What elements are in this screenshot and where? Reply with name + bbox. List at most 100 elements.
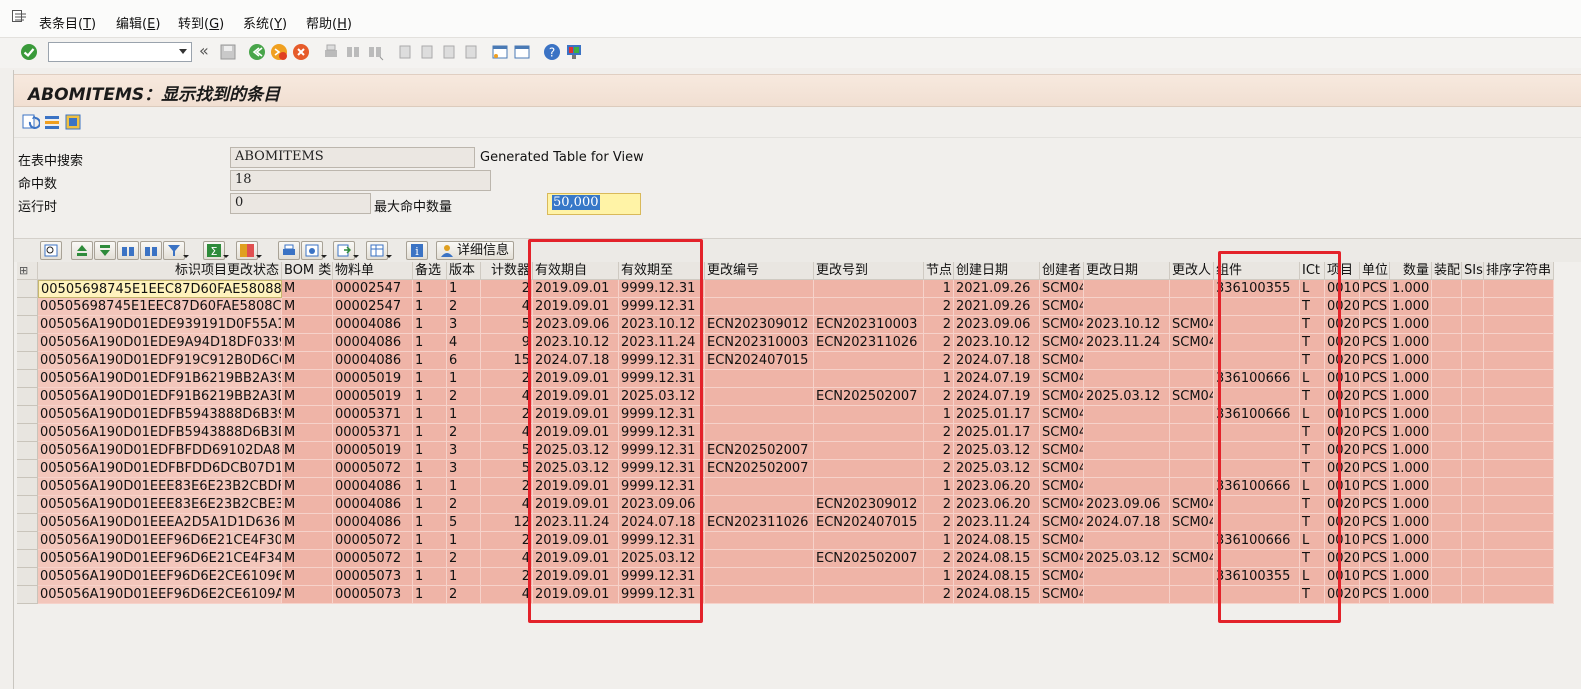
cell-alternative[interactable]: 1 <box>413 586 447 604</box>
cell-item-category[interactable]: L <box>1300 568 1325 586</box>
cell-status-key[interactable]: 005056A190D01EEF96D6E21CE4F34ECB <box>38 550 282 568</box>
cell-status-key[interactable]: 005056A190D01EDE939191D0F55A112E <box>38 316 282 334</box>
row-selector[interactable] <box>17 406 38 424</box>
cell-version[interactable]: 2 <box>447 298 481 316</box>
cell-quantity[interactable]: 1.000 <box>1390 316 1432 334</box>
cell-version[interactable]: 3 <box>447 316 481 334</box>
cell-node[interactable]: 2 <box>924 586 954 604</box>
cell-assembly[interactable] <box>1432 460 1462 478</box>
cell-unit[interactable]: PCS <box>1360 388 1390 406</box>
cell-change-number[interactable]: ECN202311026 <box>705 514 814 532</box>
cell-valid-to[interactable]: 2025.03.12 <box>619 388 705 406</box>
cell-bom[interactable]: 00005019 <box>333 442 413 460</box>
cell-changed-on[interactable] <box>1084 406 1170 424</box>
cell-change-number[interactable]: ECN202309012 <box>705 316 814 334</box>
cell-sort-string[interactable] <box>1484 496 1554 514</box>
column-header-sis[interactable]: SIs <box>1462 262 1484 280</box>
cell-node[interactable]: 1 <box>924 532 954 550</box>
filter-button[interactable] <box>163 241 189 260</box>
cell-unit[interactable]: PCS <box>1360 370 1390 388</box>
cell-sort-string[interactable] <box>1484 586 1554 604</box>
cell-item-number[interactable]: 0020 <box>1325 388 1360 406</box>
cell-unit[interactable]: PCS <box>1360 532 1390 550</box>
cell-alternative[interactable]: 1 <box>413 424 447 442</box>
cell-sis[interactable] <box>1462 568 1484 586</box>
export-button[interactable] <box>333 241 359 260</box>
cell-sort-string[interactable] <box>1484 334 1554 352</box>
customize-layout-icon[interactable] <box>565 43 583 61</box>
cell-alternative[interactable]: 1 <box>413 460 447 478</box>
cell-counter[interactable]: 2 <box>481 406 533 424</box>
cell-assembly[interactable] <box>1432 316 1462 334</box>
cell-bom[interactable]: 00005072 <box>333 460 413 478</box>
cell-alternative[interactable]: 1 <box>413 280 447 298</box>
menu-goto[interactable]: 转到(G) <box>178 13 224 32</box>
cell-bom[interactable]: 00005073 <box>333 586 413 604</box>
cell-quantity[interactable]: 1.000 <box>1390 334 1432 352</box>
cell-valid-to[interactable]: 9999.12.31 <box>619 478 705 496</box>
cell-valid-to[interactable]: 9999.12.31 <box>619 460 705 478</box>
column-header-counter[interactable]: 计数器 <box>481 262 533 280</box>
cell-unit[interactable]: PCS <box>1360 352 1390 370</box>
cell-changed-by[interactable]: SCM04 <box>1170 496 1214 514</box>
row-selector[interactable] <box>17 586 38 604</box>
column-header-bom[interactable]: 物料单 <box>333 262 413 280</box>
cell-counter[interactable]: 4 <box>481 298 533 316</box>
cell-version[interactable]: 1 <box>447 280 481 298</box>
cell-change-to[interactable] <box>814 568 924 586</box>
cell-change-number[interactable] <box>705 406 814 424</box>
cell-component[interactable] <box>1214 424 1300 442</box>
column-header-alternative[interactable]: 备选 <box>413 262 447 280</box>
column-header-quantity[interactable]: 数量 <box>1390 262 1432 280</box>
cell-quantity[interactable]: 1.000 <box>1390 424 1432 442</box>
row-selector[interactable] <box>17 496 38 514</box>
cell-item-category[interactable]: T <box>1300 442 1325 460</box>
shortcut-icon[interactable] <box>513 43 531 61</box>
cell-quantity[interactable]: 1.000 <box>1390 460 1432 478</box>
cell-bom[interactable]: 00002547 <box>333 280 413 298</box>
detail-info-button[interactable]: 详细信息 <box>436 241 515 260</box>
cell-item-category[interactable]: T <box>1300 550 1325 568</box>
cell-component[interactable] <box>1214 586 1300 604</box>
cell-quantity[interactable]: 1.000 <box>1390 298 1432 316</box>
cell-sort-string[interactable] <box>1484 352 1554 370</box>
cell-change-to[interactable] <box>814 352 924 370</box>
cell-change-to[interactable]: ECN202311026 <box>814 334 924 352</box>
cell-status-key[interactable]: 005056A190D01EDFB5943888D6B3D347 <box>38 424 282 442</box>
cell-version[interactable]: 2 <box>447 550 481 568</box>
column-header-version[interactable]: 版本 <box>447 262 481 280</box>
cell-change-to[interactable] <box>814 406 924 424</box>
cell-bom-category[interactable]: M <box>282 532 333 550</box>
cell-sis[interactable] <box>1462 316 1484 334</box>
row-selector[interactable] <box>17 532 38 550</box>
cell-quantity[interactable]: 1.000 <box>1390 388 1432 406</box>
cell-valid-to[interactable]: 9999.12.31 <box>619 406 705 424</box>
layout-icon[interactable] <box>64 113 82 131</box>
cell-changed-on[interactable] <box>1084 478 1170 496</box>
cell-created-on[interactable]: 2023.11.24 <box>954 514 1040 532</box>
cell-component[interactable] <box>1214 388 1300 406</box>
cell-valid-from[interactable]: 2024.07.18 <box>533 352 619 370</box>
cell-changed-on[interactable] <box>1084 460 1170 478</box>
cell-changed-by[interactable] <box>1170 280 1214 298</box>
cell-valid-to[interactable]: 2023.10.12 <box>619 316 705 334</box>
cell-created-on[interactable]: 2025.03.12 <box>954 460 1040 478</box>
select-all-icon[interactable]: ⊞ <box>17 262 38 280</box>
cell-counter[interactable]: 4 <box>481 550 533 568</box>
cell-changed-on[interactable]: 2024.07.18 <box>1084 514 1170 532</box>
column-header-change-number[interactable]: 更改编号 <box>705 262 814 280</box>
cell-node[interactable]: 1 <box>924 478 954 496</box>
cell-sort-string[interactable] <box>1484 298 1554 316</box>
cell-sis[interactable] <box>1462 370 1484 388</box>
cell-change-to[interactable]: ECN202407015 <box>814 514 924 532</box>
cell-quantity[interactable]: 1.000 <box>1390 406 1432 424</box>
cell-created-on[interactable]: 2023.10.12 <box>954 334 1040 352</box>
previous-page-icon[interactable] <box>418 43 436 61</box>
cell-counter[interactable]: 5 <box>481 316 533 334</box>
find-icon[interactable] <box>344 43 362 61</box>
cell-change-number[interactable] <box>705 532 814 550</box>
cell-valid-to[interactable]: 9999.12.31 <box>619 442 705 460</box>
cell-quantity[interactable]: 1.000 <box>1390 496 1432 514</box>
cell-status-key[interactable]: 00505698745E1EEC87D60FAE5808C4A2 <box>38 298 282 316</box>
cell-item-number[interactable]: 0020 <box>1325 424 1360 442</box>
